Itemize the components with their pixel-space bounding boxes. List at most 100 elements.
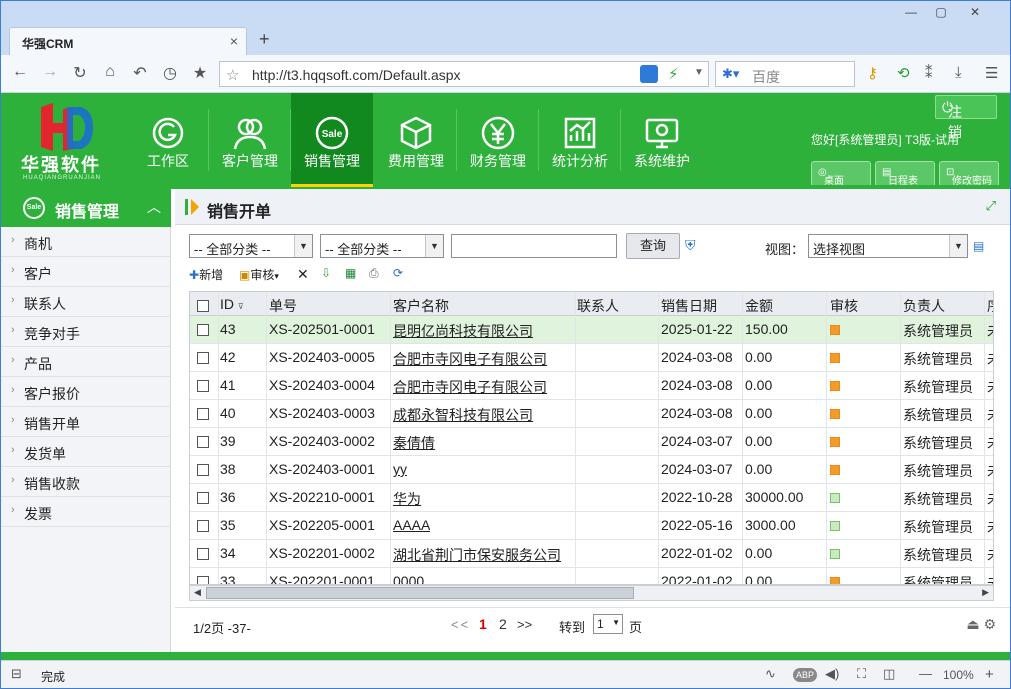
- row-checkbox[interactable]: [197, 576, 209, 584]
- back-icon[interactable]: ←: [9, 63, 31, 81]
- search-engine-icon[interactable]: ✱▾: [722, 66, 739, 82]
- column-extra[interactable]: 序: [987, 296, 993, 316]
- customer-link[interactable]: AAAA: [393, 517, 430, 533]
- customer-link[interactable]: 华为: [393, 489, 421, 509]
- review-button[interactable]: ▣审核▾: [239, 266, 279, 283]
- customer-link[interactable]: 昆明亿尚科技有限公司: [393, 321, 533, 341]
- approved-icon[interactable]: [830, 549, 840, 559]
- page-1-link[interactable]: 1: [479, 616, 487, 632]
- table-row[interactable]: 34 XS-202201-0002 湖北省荆门市保安服务公司 2022-01-02 0.…: [190, 540, 993, 568]
- sidebar-item-sales-order[interactable]: › 销售开单: [1, 407, 171, 437]
- sidebar-item-opportunity[interactable]: › 商机: [1, 227, 171, 257]
- add-button[interactable]: ✚新增: [189, 266, 223, 283]
- table-row[interactable]: 36 XS-202210-0001 华为 2022-10-28 30000.00 系统管理…: [190, 484, 993, 512]
- excel-icon[interactable]: ▦: [345, 266, 356, 280]
- row-checkbox[interactable]: [197, 324, 209, 336]
- change-password-button[interactable]: ⊡ 修改密码: [939, 161, 999, 187]
- import-icon[interactable]: ⇩: [321, 266, 331, 280]
- download-icon[interactable]: ⤓: [955, 64, 962, 81]
- view-select[interactable]: 选择视图 ▼: [808, 234, 968, 258]
- pending-review-icon[interactable]: [830, 353, 840, 363]
- sidebar-item-delivery[interactable]: › 发货单: [1, 437, 171, 467]
- browser-tab[interactable]: 华强CRM ×: [9, 27, 247, 55]
- view-settings-icon[interactable]: ▤: [973, 239, 984, 253]
- zoom-out-icon[interactable]: —: [919, 666, 932, 681]
- column-customer[interactable]: 客户名称: [393, 296, 449, 316]
- print-icon[interactable]: ⎙: [369, 266, 379, 281]
- customer-link[interactable]: 合肥市寺冈电子有限公司: [393, 349, 547, 369]
- fullscreen-toggle-icon[interactable]: ⛶: [857, 666, 866, 682]
- adblock-icon[interactable]: ABP: [793, 668, 818, 682]
- menu-finance[interactable]: 财务管理: [457, 93, 539, 187]
- category-filter-2[interactable]: -- 全部分类 -- ▼: [320, 234, 444, 258]
- row-checkbox[interactable]: [197, 464, 209, 476]
- table-row[interactable]: 43 XS-202501-0001 昆明亿尚科技有限公司 2025-01-22 150.…: [190, 316, 993, 344]
- table-row[interactable]: 35 XS-202205-0001 AAAA 2022-05-16 3000.00 系统管…: [190, 512, 993, 540]
- pending-review-icon[interactable]: [830, 437, 840, 447]
- approved-icon[interactable]: [830, 521, 840, 531]
- compatibility-icon[interactable]: ⚡: [668, 65, 679, 83]
- query-button[interactable]: 查询: [626, 233, 680, 259]
- customer-link[interactable]: 湖北省荆门市保安服务公司: [393, 545, 561, 565]
- table-row[interactable]: 39 XS-202403-0002 秦倩倩 2024-03-07 0.00 系统管理员未: [190, 428, 993, 456]
- pending-review-icon[interactable]: [830, 381, 840, 391]
- next-page-button[interactable]: >>: [517, 617, 532, 632]
- table-row[interactable]: 41 XS-202403-0004 合肥市寺冈电子有限公司 2024-03-08 0.0…: [190, 372, 993, 400]
- performance-icon[interactable]: ∿: [765, 666, 776, 682]
- split-view-icon[interactable]: ◫: [883, 666, 895, 682]
- sidebar-toggle-icon[interactable]: ⊟: [11, 666, 22, 682]
- select-all-checkbox[interactable]: [197, 300, 209, 312]
- home-icon[interactable]: ⌂: [99, 63, 121, 81]
- fullscreen-icon[interactable]: ⤢: [986, 198, 996, 214]
- table-row[interactable]: 38 XS-202403-0001 yy 2024-03-07 0.00 系统管理员未: [190, 456, 993, 484]
- customer-link[interactable]: yy: [393, 461, 407, 477]
- menu-expenses[interactable]: 费用管理: [375, 93, 457, 187]
- close-window-button[interactable]: ✕: [965, 5, 985, 19]
- menu-workspace[interactable]: 工作区: [127, 93, 209, 187]
- column-owner[interactable]: 负责人: [903, 296, 945, 316]
- menu-statistics[interactable]: 统计分析: [539, 93, 621, 187]
- settings-gear-icon[interactable]: ⚙: [983, 616, 996, 632]
- reload-icon[interactable]: ↻: [69, 63, 91, 83]
- row-checkbox[interactable]: [197, 352, 209, 364]
- sidebar-item-contact[interactable]: › 联系人: [1, 287, 171, 317]
- sidebar-item-product[interactable]: › 产品: [1, 347, 171, 377]
- refresh-icon[interactable]: ⟳: [393, 266, 403, 280]
- sidebar-item-competitor[interactable]: › 竞争对手: [1, 317, 171, 347]
- schedule-button[interactable]: ▤ 日程表: [875, 161, 935, 187]
- delete-icon[interactable]: ✕: [297, 266, 309, 283]
- row-checkbox[interactable]: [197, 380, 209, 392]
- sidebar-item-invoice[interactable]: › 发票: [1, 497, 171, 527]
- category-filter-1[interactable]: -- 全部分类 -- ▼: [189, 234, 313, 258]
- column-order-no[interactable]: 单号: [269, 296, 297, 316]
- history-icon[interactable]: ◷: [159, 63, 181, 83]
- row-checkbox[interactable]: [197, 548, 209, 560]
- volume-icon[interactable]: ◀): [825, 666, 839, 682]
- forward-icon[interactable]: →: [39, 63, 61, 81]
- keyword-input[interactable]: [451, 234, 617, 258]
- table-row[interactable]: 42 XS-202403-0005 合肥市寺冈电子有限公司 2024-03-08 0.0…: [190, 344, 993, 372]
- pending-review-icon[interactable]: [830, 577, 840, 584]
- row-checkbox[interactable]: [197, 408, 209, 420]
- column-id[interactable]: ID ⊽: [220, 296, 244, 312]
- pending-review-icon[interactable]: [830, 465, 840, 475]
- column-date[interactable]: 销售日期: [661, 296, 717, 316]
- horizontal-scrollbar[interactable]: ◀ ▶: [189, 585, 994, 601]
- goto-page-select[interactable]: 1 ▼: [593, 614, 623, 634]
- sidebar-item-receipt[interactable]: › 销售收款: [1, 467, 171, 497]
- prev-page-button[interactable]: <<: [451, 617, 470, 632]
- key-icon[interactable]: ⚷: [867, 64, 878, 82]
- url-text[interactable]: http://t3.hqqsoft.com/Default.aspx: [252, 67, 461, 83]
- minimize-button[interactable]: —: [901, 5, 921, 19]
- row-checkbox[interactable]: [197, 436, 209, 448]
- new-tab-button[interactable]: +: [259, 29, 270, 50]
- undo-icon[interactable]: ↶: [129, 63, 151, 83]
- menu-icon[interactable]: ☰: [985, 64, 998, 82]
- browser-mode-icon[interactable]: [640, 65, 658, 83]
- maximize-button[interactable]: ▢: [931, 5, 951, 19]
- page-2-link[interactable]: 2: [499, 616, 507, 632]
- approved-icon[interactable]: [830, 493, 840, 503]
- search-placeholder[interactable]: 百度: [752, 67, 780, 87]
- customer-link[interactable]: 成都永智科技有限公司: [393, 405, 533, 425]
- sidebar-item-quote[interactable]: › 客户报价: [1, 377, 171, 407]
